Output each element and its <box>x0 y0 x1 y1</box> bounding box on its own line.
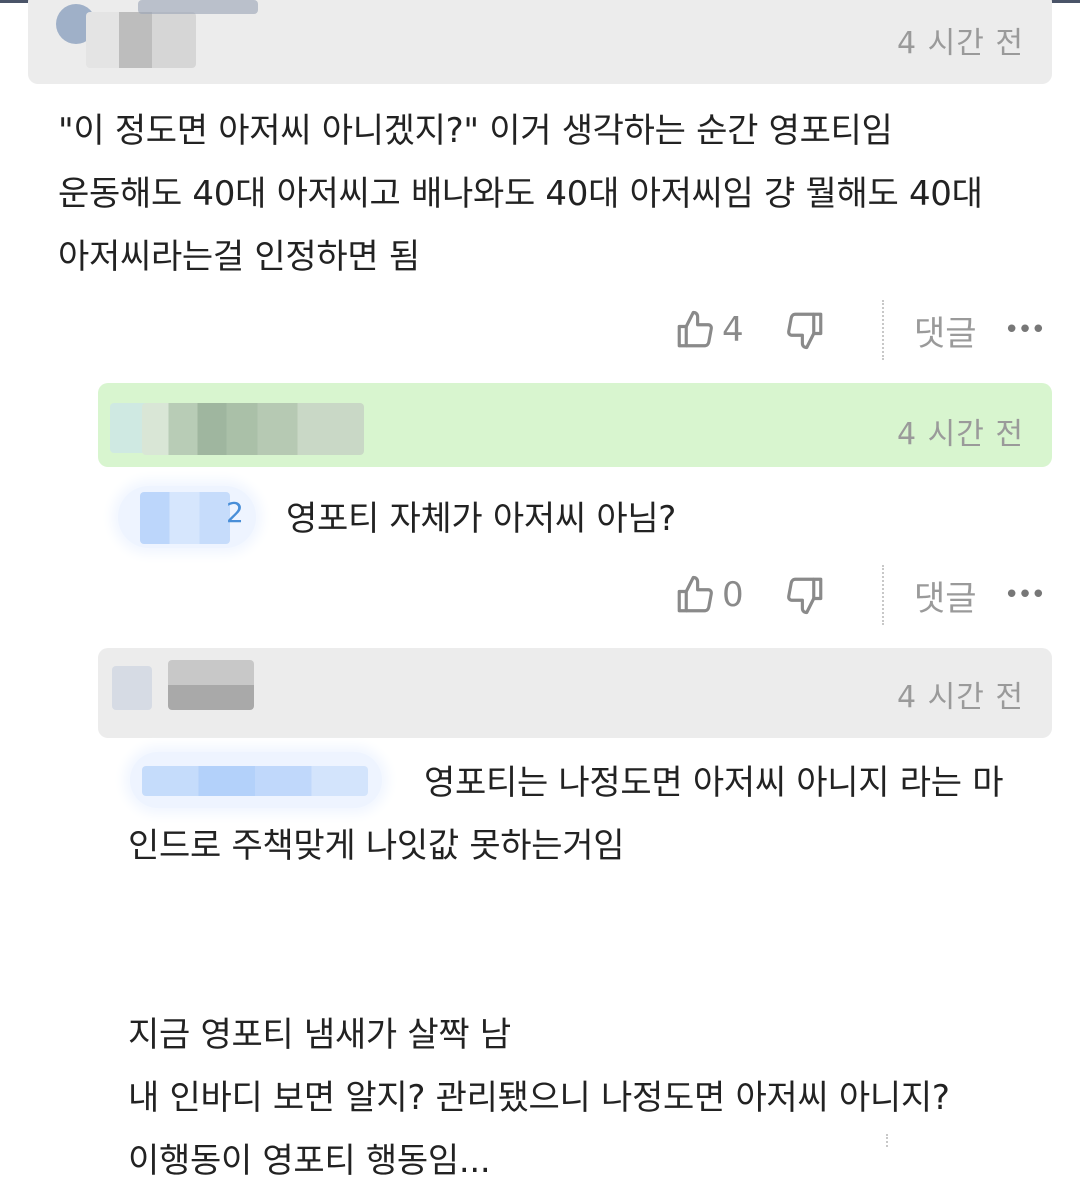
reply-label: 댓글 <box>914 313 977 354</box>
more-options-button[interactable]: ••• <box>1004 565 1046 625</box>
like-count: 0 <box>722 575 744 615</box>
dislike-button[interactable] <box>784 300 826 360</box>
comment-timestamp: 4 시간 전 <box>897 680 1024 715</box>
avatar[interactable] <box>112 666 152 710</box>
dislike-button[interactable] <box>784 565 826 625</box>
comment-body: 영포티 자체가 아저씨 아님? <box>286 499 677 539</box>
like-count: 4 <box>722 310 744 350</box>
like-button[interactable]: 0 <box>674 565 744 625</box>
thumbs-up-icon <box>677 310 713 348</box>
like-button[interactable]: 4 <box>674 300 744 360</box>
comment-body: "이 정도면 아저씨 아니겠지?" 이거 생각하는 순간 영포티임 운동해도 4… <box>58 111 983 277</box>
comment-header: 4 시간 전 <box>98 648 1052 738</box>
comment-body-first-line: 영포티는 나정도면 아저씨 아니지 라는 마 <box>424 763 1004 803</box>
username-blurred[interactable] <box>142 403 364 455</box>
action-divider <box>882 300 884 360</box>
mention-name-blurred <box>140 492 230 544</box>
mention-symbol: 2 <box>226 496 244 529</box>
thumbs-down-icon <box>787 312 823 350</box>
username-blurred[interactable] <box>86 12 196 68</box>
mention-name-blurred <box>142 766 368 796</box>
thumbs-up-icon <box>677 575 713 613</box>
comment-actions: 4 댓글 ••• <box>652 300 1052 360</box>
thumbs-down-icon <box>787 577 823 615</box>
comment-body: 인드로 주책맞게 나잇값 못하는거임 지금 영포티 냄새가 살짝 남 내 인바디… <box>128 826 950 1181</box>
reply-button[interactable]: 댓글 <box>914 565 977 625</box>
more-options-button[interactable]: ••• <box>1004 300 1046 360</box>
username-blurred-top <box>138 0 258 14</box>
comment-header: 4 시간 전 <box>28 0 1052 84</box>
comment-header-highlighted: 4 시간 전 <box>98 383 1052 467</box>
action-divider <box>882 565 884 625</box>
action-divider-partial <box>886 1134 888 1147</box>
more-icon: ••• <box>1004 315 1046 345</box>
comment-actions: 0 댓글 ••• <box>652 565 1052 625</box>
more-icon: ••• <box>1004 580 1046 610</box>
reply-label: 댓글 <box>914 578 977 619</box>
comment-timestamp: 4 시간 전 <box>897 26 1024 61</box>
comment-timestamp: 4 시간 전 <box>897 417 1024 452</box>
reply-button[interactable]: 댓글 <box>914 300 977 360</box>
username-blurred[interactable] <box>168 660 254 710</box>
